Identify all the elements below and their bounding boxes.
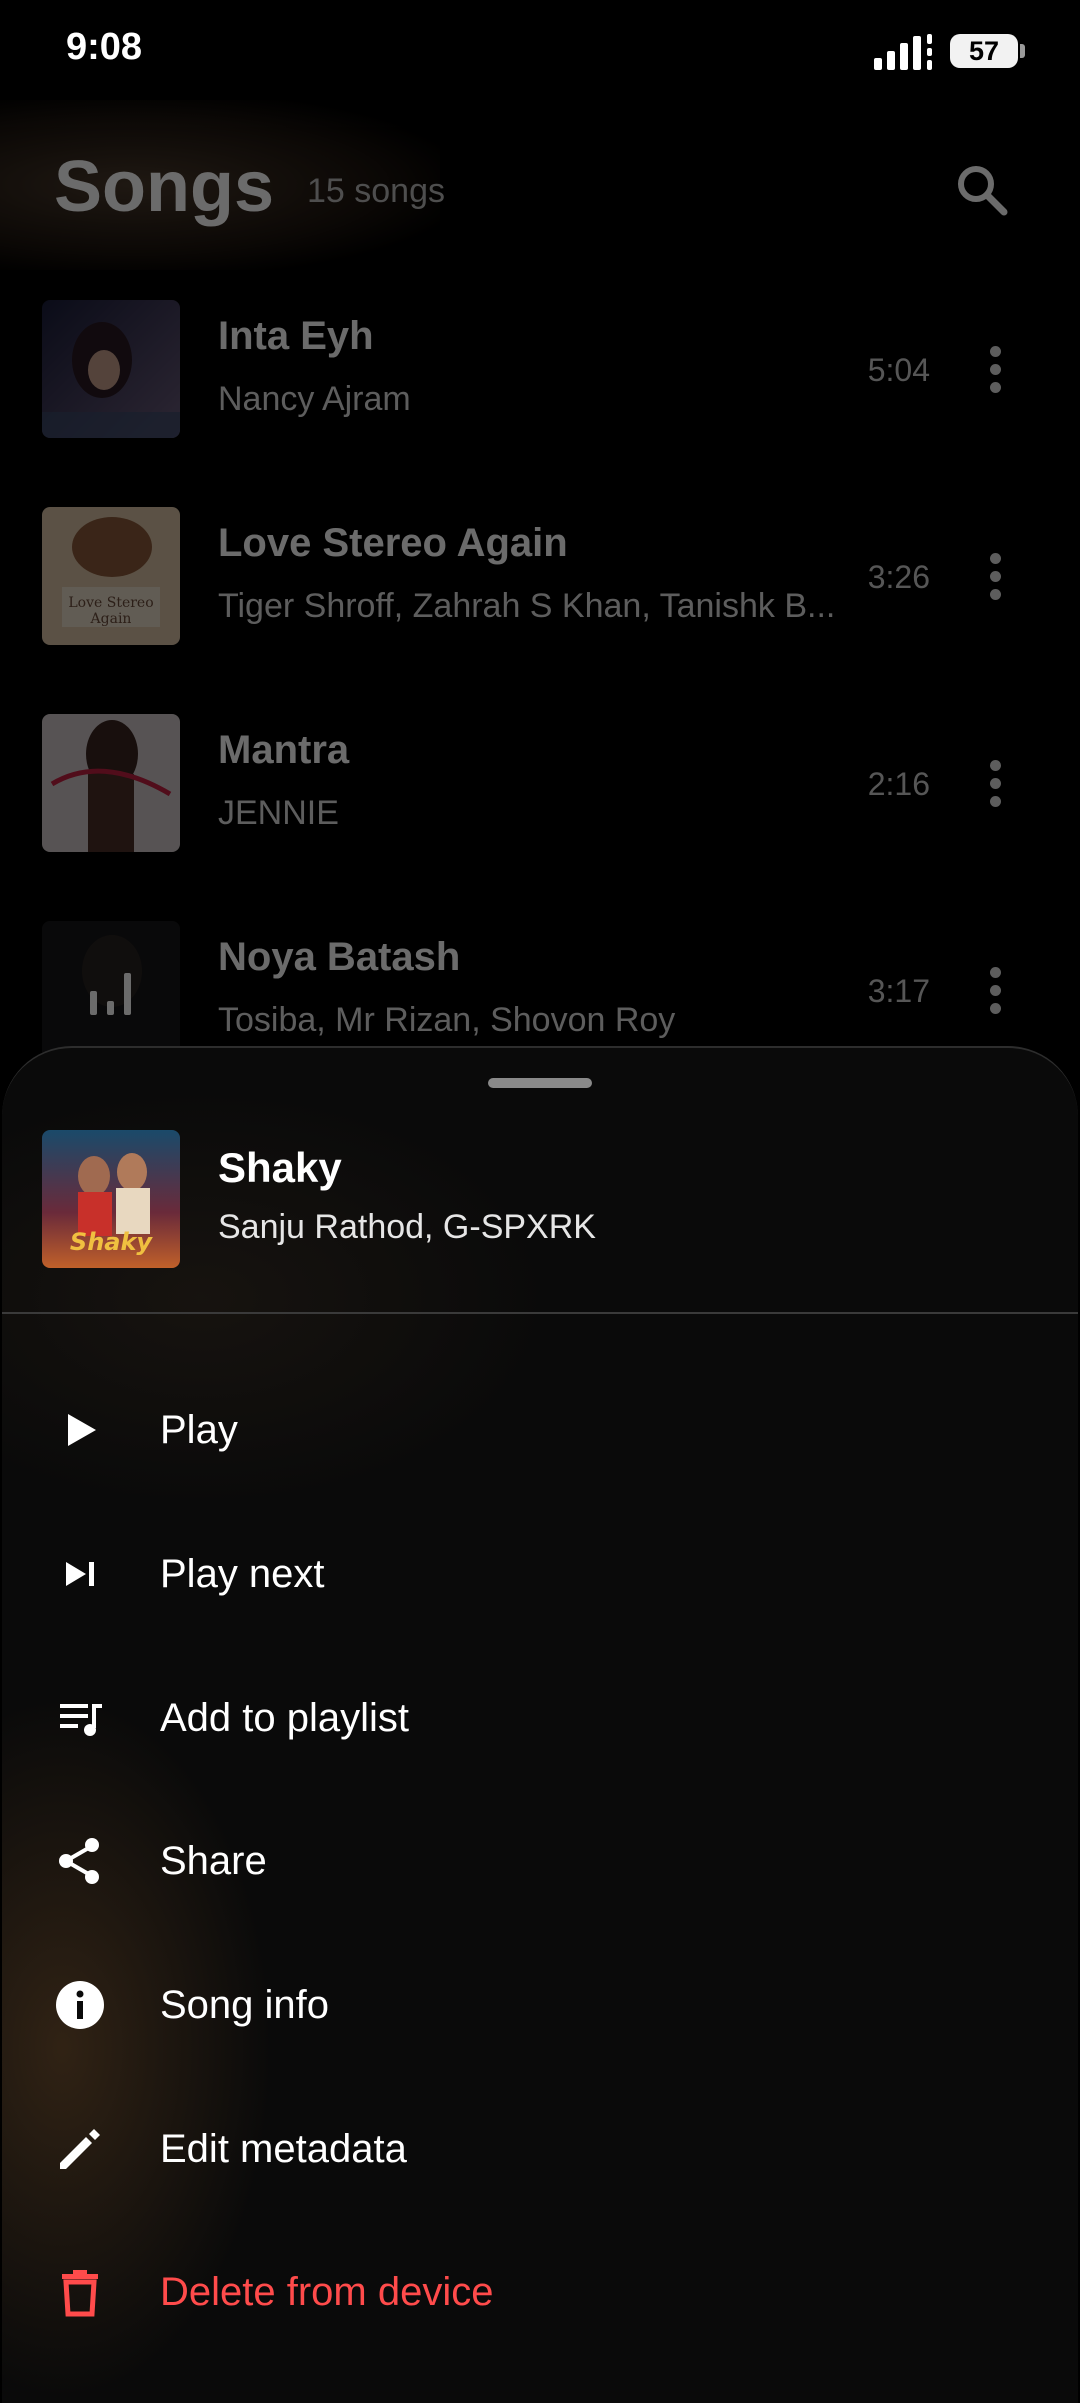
svg-text:Shaky: Shaky xyxy=(70,1228,154,1256)
song-row[interactable]: Love Stereo Again Love Stereo Again Tige… xyxy=(0,507,1080,687)
menu-item-play[interactable]: Play xyxy=(2,1360,1078,1500)
playlist-add-icon xyxy=(60,1704,102,1736)
song-title: Inta Eyh xyxy=(218,314,374,358)
song-list-background: Songs 15 songs Inta Eyh Nancy Ajram 5:04… xyxy=(0,0,1080,1100)
drag-handle[interactable] xyxy=(488,1078,592,1088)
menu-item-label: Delete from device xyxy=(160,2270,494,2314)
song-title: Mantra xyxy=(218,728,350,772)
song-title: Love Stereo Again xyxy=(218,521,568,565)
menu-item-label: Play next xyxy=(160,1552,325,1596)
edit-icon xyxy=(60,2129,100,2169)
songs-count: 15 songs xyxy=(307,172,445,210)
battery-indicator: 57 xyxy=(950,34,1018,68)
menu-item-label: Song info xyxy=(160,1983,330,2027)
song-options-sheet: Shaky Shaky Sanju Rathod, G-SPXRK Play P… xyxy=(2,1046,1078,2403)
menu-item-share[interactable]: Share xyxy=(2,1791,1078,1931)
menu-item-label: Share xyxy=(160,1839,267,1883)
menu-item-song-info[interactable]: Song info xyxy=(2,1935,1078,2075)
menu-item-label: Edit metadata xyxy=(160,2127,407,2171)
more-options-icon[interactable] xyxy=(978,340,1014,400)
sheet-song-title: Shaky xyxy=(218,1144,342,1191)
battery-tip xyxy=(1020,44,1025,58)
now-playing-icon xyxy=(90,973,131,1015)
album-art xyxy=(42,714,180,852)
album-art: Love Stereo Again xyxy=(42,507,180,645)
song-artist: JENNIE xyxy=(218,794,339,832)
more-options-icon[interactable] xyxy=(978,547,1014,607)
song-row[interactable]: Mantra JENNIE 2:16 xyxy=(0,714,1080,894)
song-duration: 3:17 xyxy=(867,973,930,1009)
search-icon[interactable] xyxy=(952,160,1012,220)
sheet-song-artist: Sanju Rathod, G-SPXRK xyxy=(218,1208,596,1246)
play-icon xyxy=(68,1414,96,1446)
info-icon xyxy=(56,1981,104,2029)
menu-item-play-next[interactable]: Play next xyxy=(2,1504,1078,1644)
song-artist: Nancy Ajram xyxy=(218,380,411,418)
album-art xyxy=(42,300,180,438)
divider xyxy=(2,1312,1078,1314)
menu-item-label: Add to playlist xyxy=(160,1696,410,1740)
sheet-album-art: Shaky xyxy=(42,1130,180,1268)
svg-text:Again: Again xyxy=(90,611,132,627)
signal-icon xyxy=(874,34,932,70)
more-options-icon[interactable] xyxy=(978,961,1014,1021)
song-row[interactable]: Inta Eyh Nancy Ajram 5:04 xyxy=(0,300,1080,480)
menu-item-edit-metadata[interactable]: Edit metadata xyxy=(2,2079,1078,2219)
song-duration: 2:16 xyxy=(867,766,930,802)
share-icon xyxy=(59,1838,99,1884)
song-title: Noya Batash xyxy=(218,935,461,979)
song-artist: Tiger Shroff, Zahrah S Khan, Tanishk B..… xyxy=(218,587,836,625)
menu-item-label: Play xyxy=(160,1408,238,1452)
trash-icon xyxy=(62,2270,98,2317)
more-options-icon[interactable] xyxy=(978,754,1014,814)
menu-item-delete[interactable]: Delete from device xyxy=(2,2222,1078,2362)
song-artist: Tosiba, Mr Rizan, Shovon Roy xyxy=(218,1001,676,1039)
song-duration: 5:04 xyxy=(867,352,930,388)
song-duration: 3:26 xyxy=(867,559,930,595)
skip-next-icon xyxy=(66,1562,94,1586)
menu-item-add-to-playlist[interactable]: Add to playlist xyxy=(2,1648,1078,1788)
status-time: 9:08 xyxy=(66,26,143,68)
page-title: Songs xyxy=(54,147,275,227)
status-bar: 9:08 57 xyxy=(0,0,1080,100)
svg-text:Love Stereo: Love Stereo xyxy=(68,595,153,611)
